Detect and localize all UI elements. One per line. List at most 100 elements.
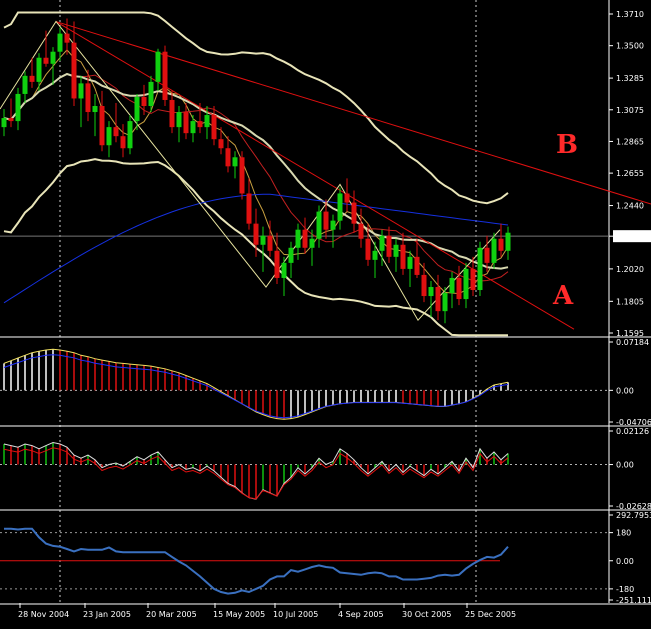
price-label: 1.2655 [616,169,644,178]
candle-body [113,127,119,137]
date-label: 4 Sep 2005 [338,610,384,619]
candle-body [204,115,210,128]
osc-label: 0.00 [616,386,634,395]
candle-body [176,112,182,128]
candle-body [99,106,105,146]
candle-body [211,115,217,140]
annotation-a: A [552,281,574,311]
candle-body [330,220,336,230]
candle-body [449,277,455,294]
osc-label: 0.00 [616,461,634,470]
candle-body [505,232,511,251]
candle-body [274,250,280,278]
candle-body [239,157,245,194]
candle-body [120,136,126,149]
candle-body [470,268,476,291]
candle-body [421,274,427,297]
date-label: 20 Mar 2005 [146,610,197,619]
osc-label: -0.04706 [616,418,651,427]
candle-body [225,148,231,167]
candle-body [218,139,224,149]
candle-body [197,121,203,128]
candle-body [456,277,462,300]
price-label: 1.3710 [616,10,644,19]
date-label: 30 Oct 2005 [402,610,451,619]
candle-body [71,42,77,99]
candle-body [351,202,357,224]
candle-body [498,238,504,251]
candle-body [288,247,294,263]
candle-body [365,238,371,260]
candle-body [29,75,35,82]
price-label: 1.3500 [616,42,644,51]
candle-body [183,112,189,134]
date-label: 15 May 2005 [213,610,265,619]
price-label: 1.3285 [616,74,644,83]
chart-background [0,0,651,625]
candle-body [8,118,14,122]
candle-body [386,235,392,257]
candle-body [267,235,273,251]
candle-body [344,193,350,203]
candle-body [1,118,7,128]
osc-label: 180 [616,529,631,538]
candle-body [379,235,385,251]
candle-body [57,33,63,52]
candle-body [162,51,168,100]
candle-body [281,262,287,278]
candle-body [295,229,301,248]
price-label: 1.2020 [616,265,644,274]
candle-body [407,256,413,269]
candle-body [358,223,364,239]
date-label: 10 Jul 2005 [273,610,318,619]
candle-body [491,238,497,263]
osc-label: 0.02126 [616,427,649,436]
annotation-b: B [556,130,578,160]
candle-body [141,96,147,107]
candle-body [127,121,133,149]
candle-body [428,286,434,297]
candle-body [169,99,175,128]
candle-body [372,250,378,260]
candle-body [190,121,196,134]
osc-label: 0.07184 [616,338,649,347]
candle-body [393,244,399,257]
candle-body [85,83,91,113]
forex-chart[interactable]: 1.3710 1.3500 1.3285 1.3075 1.2865 1.2655 1.24… [0,0,651,625]
candle-body [316,211,322,239]
candle-body [323,211,329,230]
candle-body [414,256,420,275]
candle-body [232,157,238,167]
current-price-label: 1.2237 [616,232,644,241]
candle-body [435,286,441,312]
candle-body [246,193,252,224]
chart-svg: 1.3710 1.3500 1.3285 1.3075 1.2865 1.2655 1.24… [0,0,651,625]
candle-body [106,127,112,146]
candle-body [43,57,49,64]
price-label: 1.2865 [616,137,644,146]
price-label: 1.1805 [616,297,644,306]
osc-label: -180 [616,585,634,594]
osc-label: -0.02628 [616,502,651,511]
date-label: 25 Dec 2005 [465,610,516,619]
candle-body [463,268,469,300]
price-label: 1.3075 [616,106,644,115]
price-label: 1.2440 [616,202,644,211]
candle-body [15,93,21,122]
candle-body [155,51,161,82]
candle-body [484,247,490,263]
candle-body [64,33,70,43]
candle-body [253,223,259,245]
candle-body [78,83,84,99]
osc-label: 0.00 [616,557,634,566]
candle-body [337,193,343,221]
candle-body [134,96,140,122]
date-label: 23 Jan 2005 [83,610,131,619]
candle-body [260,235,266,245]
date-label: 28 Nov 2004 [18,610,69,619]
candle-body [477,247,483,291]
candle-body [36,57,42,82]
candle-body [50,51,56,64]
candle-body [148,81,154,107]
candle-body [22,75,28,94]
